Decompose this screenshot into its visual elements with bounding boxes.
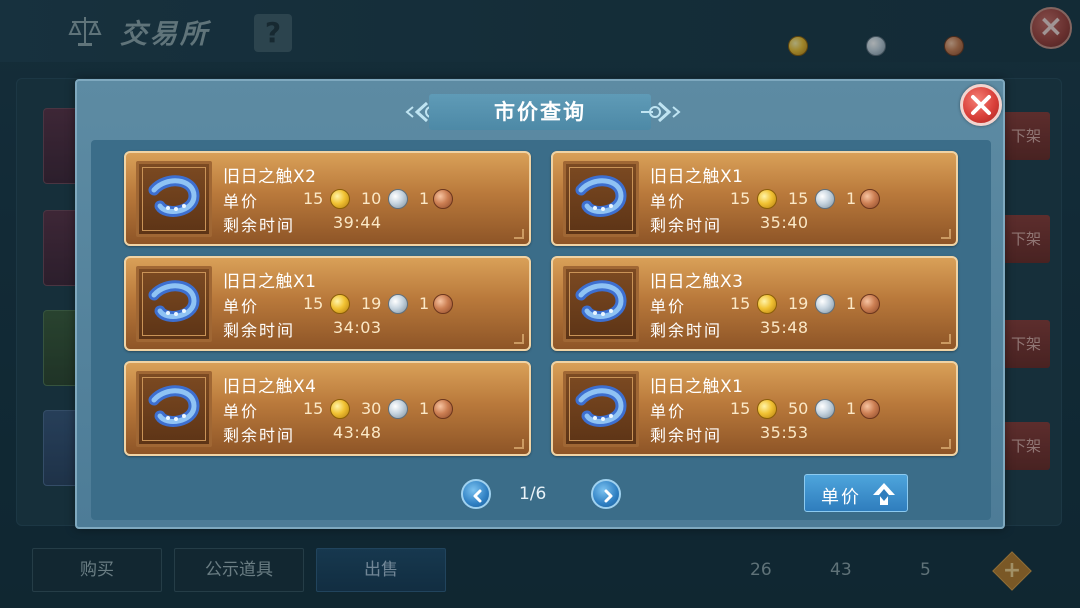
remaining-time-label: 剩余时间 [223,426,296,445]
gold-coin-icon [757,294,777,314]
remaining-time-label: 剩余时间 [650,216,723,235]
market-price-dialog: 市价查询 旧日之触X2 单价 15 10 1 剩余时间 39:44 旧日之触X1… [75,79,1005,529]
gold-amount: 15 [730,189,751,208]
gold-coin-icon [330,189,350,209]
listing-card[interactable]: 旧日之触X3 单价 15 19 1 剩余时间 35:48 [551,256,958,351]
item-name: 旧日之触X2 [223,167,317,187]
gold-amount: 15 [730,294,751,313]
listing-card[interactable]: 旧日之触X1 单价 15 50 1 剩余时间 35:53 [551,361,958,456]
item-icon-frame [136,266,212,342]
remaining-time-label: 剩余时间 [650,426,723,445]
remaining-time: 34:03 [333,318,382,337]
copper-coin-icon [433,399,453,419]
chevron-right-icon [604,489,613,503]
silver-amount: 19 [361,294,382,313]
dialog-title: 市价查询 [494,100,586,124]
close-icon [971,95,991,115]
unit-price-label: 单价 [650,192,687,211]
item-icon-frame [136,371,212,447]
dialog-close-button[interactable] [960,84,1002,126]
unit-price-label: 单价 [223,297,260,316]
silver-amount: 10 [361,189,382,208]
next-page-button[interactable] [591,479,621,509]
remaining-time-label: 剩余时间 [223,216,296,235]
card-corner-ornament [514,439,524,449]
copper-coin-icon [433,294,453,314]
silver-coin-icon [815,399,835,419]
item-icon-frame [563,161,639,237]
unit-price-label: 单价 [650,297,687,316]
gold-coin-icon [757,189,777,209]
gold-amount: 15 [303,294,324,313]
item-icon-frame [563,371,639,447]
copper-amount: 1 [419,294,430,313]
listing-card[interactable]: 旧日之触X1 单价 15 15 1 剩余时间 35:40 [551,151,958,246]
gold-coin-icon [330,399,350,419]
silver-amount: 19 [788,294,809,313]
card-corner-ornament [941,334,951,344]
item-icon-frame [136,161,212,237]
silver-coin-icon [388,189,408,209]
copper-amount: 1 [846,399,857,418]
silver-coin-icon [388,399,408,419]
copper-amount: 1 [419,189,430,208]
tentacle-item-icon [148,385,200,427]
listing-card[interactable]: 旧日之触X4 单价 15 30 1 剩余时间 43:48 [124,361,531,456]
gold-amount: 15 [303,399,324,418]
unit-price-label: 单价 [223,402,260,421]
copper-amount: 1 [846,189,857,208]
tentacle-item-icon [148,175,200,217]
dialog-title-bar: 市价查询 [429,94,651,130]
tentacle-item-icon [575,280,627,322]
silver-coin-icon [388,294,408,314]
item-name: 旧日之触X3 [650,272,744,292]
card-corner-ornament [941,229,951,239]
tentacle-item-icon [575,175,627,217]
remaining-time-label: 剩余时间 [223,321,296,340]
copper-amount: 1 [846,294,857,313]
remaining-time: 39:44 [333,213,382,232]
card-corner-ornament [514,334,524,344]
card-corner-ornament [514,229,524,239]
unit-price-label: 单价 [223,192,260,211]
sort-button-label: 单价 [821,487,861,508]
silver-amount: 30 [361,399,382,418]
title-ornament-right-icon [641,101,681,123]
tentacle-item-icon [575,385,627,427]
previous-page-button[interactable] [461,479,491,509]
item-name: 旧日之触X4 [223,377,317,397]
copper-coin-icon [860,399,880,419]
listing-card[interactable]: 旧日之触X1 单价 15 19 1 剩余时间 34:03 [124,256,531,351]
page-indicator: 1/6 [519,484,547,504]
silver-coin-icon [815,189,835,209]
remaining-time: 35:48 [760,318,809,337]
item-name: 旧日之触X1 [223,272,317,292]
gold-amount: 15 [730,399,751,418]
remaining-time: 35:53 [760,423,809,442]
copper-amount: 1 [419,399,430,418]
tentacle-item-icon [148,280,200,322]
silver-coin-icon [815,294,835,314]
remaining-time: 35:40 [760,213,809,232]
silver-amount: 15 [788,189,809,208]
remaining-time: 43:48 [333,423,382,442]
item-name: 旧日之触X1 [650,167,744,187]
unit-price-label: 单价 [650,402,687,421]
remaining-time-label: 剩余时间 [650,321,723,340]
card-corner-ornament [941,439,951,449]
chevron-left-icon [473,489,482,503]
listing-card[interactable]: 旧日之触X2 单价 15 10 1 剩余时间 39:44 [124,151,531,246]
silver-amount: 50 [788,399,809,418]
gold-coin-icon [757,399,777,419]
item-icon-frame [563,266,639,342]
gold-amount: 15 [303,189,324,208]
copper-coin-icon [860,294,880,314]
copper-coin-icon [433,189,453,209]
sort-by-unit-price-button[interactable]: 单价 [804,474,908,512]
gold-coin-icon [330,294,350,314]
item-name: 旧日之触X1 [650,377,744,397]
sort-up-arrow-icon [873,483,895,505]
copper-coin-icon [860,189,880,209]
